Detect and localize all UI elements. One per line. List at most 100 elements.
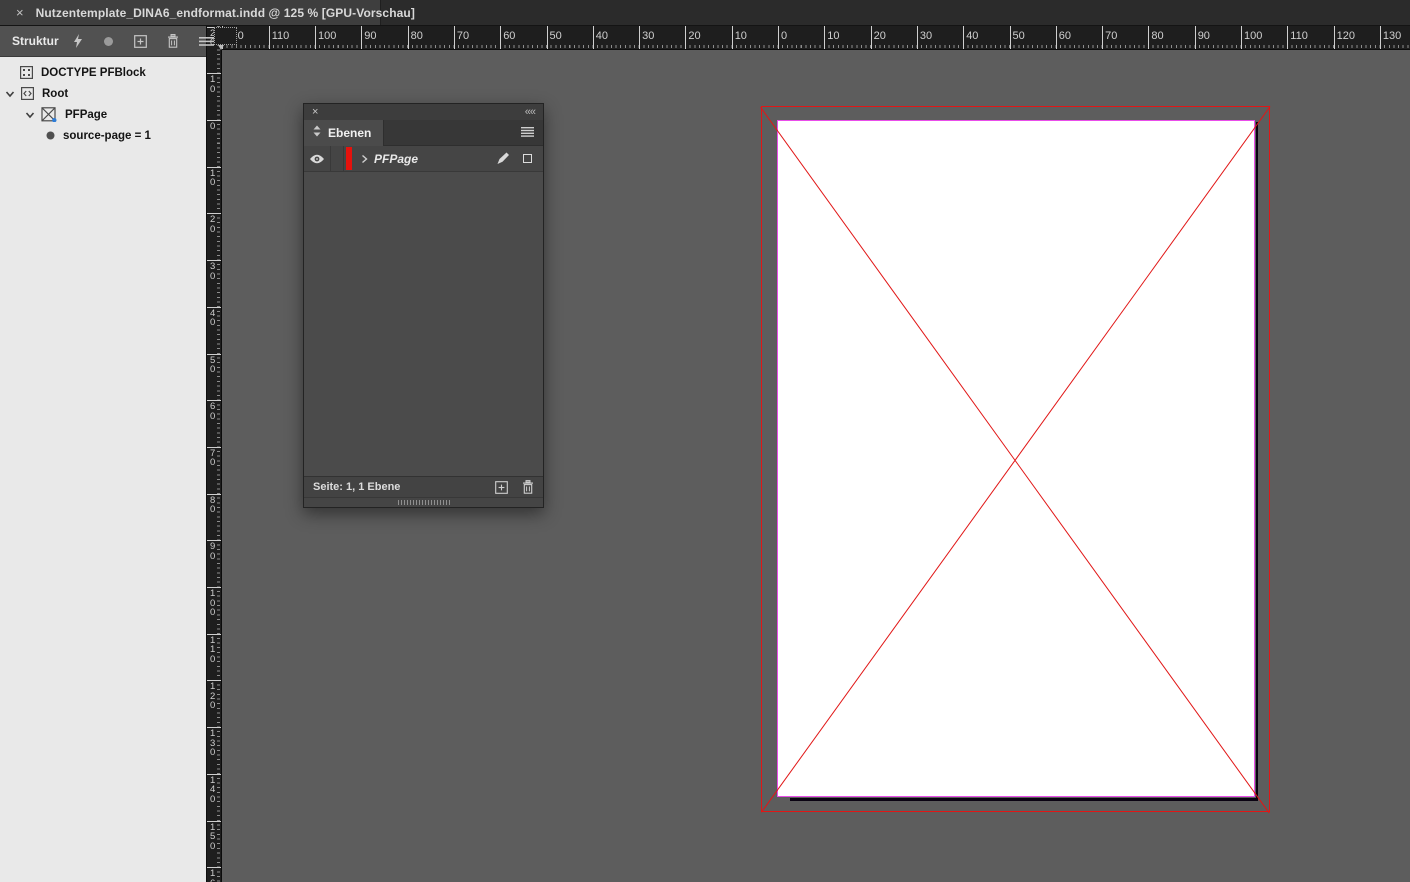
ruler-label: 0: [781, 30, 787, 42]
collapse-panel-icon[interactable]: ««: [525, 107, 535, 118]
ruler-label: 100: [1244, 30, 1262, 42]
ruler-major-tick: [547, 26, 548, 50]
document-title: Nutzentemplate_DINA6_endformat.indd @ 12…: [36, 6, 415, 20]
ruler-label: 30: [642, 30, 654, 42]
tree-item-label: source-page = 1: [63, 130, 151, 142]
ruler-label: 6 0: [210, 402, 215, 421]
tab-ebenen[interactable]: Ebenen: [304, 120, 384, 146]
structure-panel: Struktur DOCTYPE PFBlock Root PFPage sou…: [0, 26, 207, 882]
structure-panel-title: Struktur: [12, 34, 59, 48]
ruler-label: 110: [1290, 30, 1308, 42]
ruler-major-tick: [1148, 26, 1149, 50]
ruler-label: 1 0 0: [210, 589, 215, 618]
structure-tree-item-source-page[interactable]: source-page = 1: [0, 125, 206, 146]
close-icon[interactable]: ×: [312, 107, 318, 118]
ruler-major-tick: [778, 26, 779, 50]
ruler-major-tick: [593, 26, 594, 50]
ruler-major-tick: [1102, 26, 1103, 50]
ruler-major-tick: [1241, 26, 1242, 50]
document-tab[interactable]: × Nutzentemplate_DINA6_endformat.indd @ …: [0, 0, 381, 25]
layers-panel: × «« Ebenen PFPage Seite: 1, 1 Ebene: [303, 103, 544, 508]
ruler-label: 0: [210, 122, 215, 132]
layers-statusbar: Seite: 1, 1 Ebene: [304, 476, 543, 497]
layer-row-pfpage[interactable]: PFPage: [304, 146, 543, 172]
layer-name[interactable]: PFPage: [374, 146, 418, 171]
layers-status-text: Seite: 1, 1 Ebene: [313, 481, 481, 493]
ruler-label: 50: [1013, 30, 1025, 42]
structure-panel-header: Struktur: [0, 26, 206, 57]
ruler-label: 70: [1105, 30, 1117, 42]
ruler-label: 60: [503, 30, 515, 42]
layers-list: PFPage: [304, 146, 543, 476]
ruler-label: 7 0: [210, 449, 215, 468]
pen-icon: [496, 146, 510, 171]
ruler-label: 1 5 0: [210, 823, 215, 852]
ruler-label: 40: [966, 30, 978, 42]
ruler-major-tick: [1380, 26, 1381, 50]
ruler-label: 110: [272, 30, 290, 42]
menu-icon[interactable]: [199, 37, 214, 46]
vertical-ruler[interactable]: 2 01 001 02 03 04 05 06 07 08 09 01 0 01…: [207, 26, 222, 882]
ruler-major-tick: [315, 26, 316, 50]
ruler-label: 1 2 0: [210, 682, 215, 711]
ruler-major-tick: [685, 26, 686, 50]
ruler-major-tick: [361, 26, 362, 50]
ruler-major-tick: [732, 26, 733, 50]
ruler-minor-ticks: [217, 26, 220, 882]
resize-grip-icon: [398, 500, 450, 505]
layers-panel-titlebar[interactable]: × ««: [304, 104, 543, 120]
new-layer-icon[interactable]: [481, 481, 508, 494]
structure-tree-item-root[interactable]: Root: [0, 83, 206, 104]
layer-target-square-icon[interactable]: [523, 154, 532, 163]
ruler-minor-ticks: [222, 45, 1410, 48]
ruler-label: 40: [596, 30, 608, 42]
ruler-label: 8 0: [210, 496, 215, 515]
ruler-label: 1 6 0: [210, 869, 215, 882]
ruler-major-tick: [824, 26, 825, 50]
ruler-label: 20: [688, 30, 700, 42]
plus-box-icon[interactable]: [134, 35, 147, 48]
chevron-down-icon[interactable]: [5, 90, 15, 98]
ruler-major-tick: [871, 26, 872, 50]
chevron-right-icon[interactable]: [361, 146, 368, 171]
structure-tree-item-pfpage[interactable]: PFPage: [0, 104, 206, 125]
structure-tree-item-doctype[interactable]: DOCTYPE PFBlock: [0, 62, 206, 83]
ruler-label: 1 4 0: [210, 776, 215, 805]
panel-resize-handle[interactable]: [304, 497, 543, 507]
horizontal-ruler[interactable]: 1201101009080706050403020100102030405060…: [222, 26, 1410, 50]
updown-arrows-icon: [313, 124, 321, 142]
trash-icon[interactable]: [167, 34, 179, 48]
lightning-icon[interactable]: [73, 34, 83, 48]
tree-item-label: PFPage: [65, 109, 107, 121]
ruler-label: 130: [1383, 30, 1401, 42]
ruler-label: 80: [411, 30, 423, 42]
ruler-major-tick: [1195, 26, 1196, 50]
delete-layer-icon[interactable]: [508, 480, 534, 494]
layers-tab-label: Ebenen: [328, 126, 371, 140]
dot-icon[interactable]: [103, 36, 114, 47]
ruler-major-tick: [500, 26, 501, 50]
chevron-down-icon[interactable]: [25, 111, 35, 119]
doctype-icon: [20, 66, 33, 79]
ruler-origin-box[interactable]: [214, 27, 237, 45]
ruler-label: 80: [1151, 30, 1163, 42]
ruler-major-tick: [1334, 26, 1335, 50]
tree-item-label: Root: [42, 88, 68, 100]
ruler-label: 10: [735, 30, 747, 42]
page-frame-icon: [41, 107, 57, 122]
panel-menu-icon[interactable]: [521, 124, 534, 142]
ruler-label: 50: [550, 30, 562, 42]
layers-panel-tabrow: Ebenen: [304, 120, 543, 146]
ruler-label: 1 3 0: [210, 729, 215, 758]
tab-close-icon[interactable]: ×: [16, 6, 24, 19]
ruler-label: 100: [318, 30, 336, 42]
ruler-label: 70: [457, 30, 469, 42]
ruler-major-tick: [917, 26, 918, 50]
attribute-dot-icon: [46, 131, 55, 140]
eye-icon[interactable]: [304, 146, 331, 171]
structure-tree: DOCTYPE PFBlock Root PFPage source-page …: [0, 57, 206, 146]
ruler-label: 4 0: [210, 309, 215, 328]
lock-cell[interactable]: [331, 146, 344, 171]
tree-item-label: DOCTYPE PFBlock: [41, 67, 146, 79]
ruler-major-tick: [1287, 26, 1288, 50]
